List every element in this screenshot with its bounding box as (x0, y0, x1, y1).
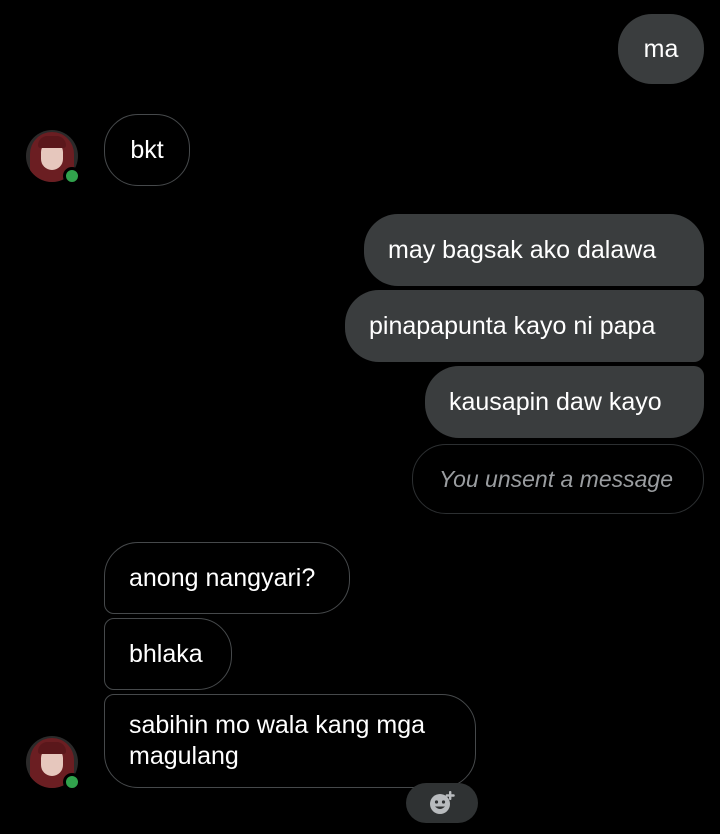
sent-message-bubble[interactable]: ma (618, 14, 704, 84)
received-message-bubble[interactable]: sabihin mo wala kang mga magulang (104, 694, 476, 788)
contact-avatar[interactable] (26, 736, 81, 791)
add-reaction-icon (430, 791, 455, 814)
online-status-dot (63, 773, 81, 791)
sent-message-bubble[interactable]: pinapapunta kayo ni papa (345, 290, 704, 362)
sent-message-bubble[interactable]: kausapin daw kayo (425, 366, 704, 438)
unsent-message-text: You unsent a message (439, 465, 673, 492)
message-text: kausapin daw kayo (449, 387, 662, 416)
message-text: bhlaka (129, 639, 203, 668)
online-status-dot (63, 167, 81, 185)
message-text: may bagsak ako dalawa (388, 235, 657, 264)
message-text: sabihin mo wala kang mga magulang (129, 711, 425, 770)
unsent-message-notice: You unsent a message (412, 444, 704, 514)
contact-avatar[interactable] (26, 130, 81, 185)
message-text: pinapapunta kayo ni papa (369, 311, 656, 340)
received-message-bubble[interactable]: bkt (104, 114, 190, 186)
message-text: bkt (130, 135, 164, 164)
sent-message-bubble[interactable]: may bagsak ako dalawa (364, 214, 704, 286)
add-reaction-button[interactable] (406, 783, 478, 823)
message-text: anong nangyari? (129, 563, 316, 592)
received-message-bubble[interactable]: bhlaka (104, 618, 232, 690)
received-message-bubble[interactable]: anong nangyari? (104, 542, 350, 614)
message-text: ma (643, 34, 679, 63)
